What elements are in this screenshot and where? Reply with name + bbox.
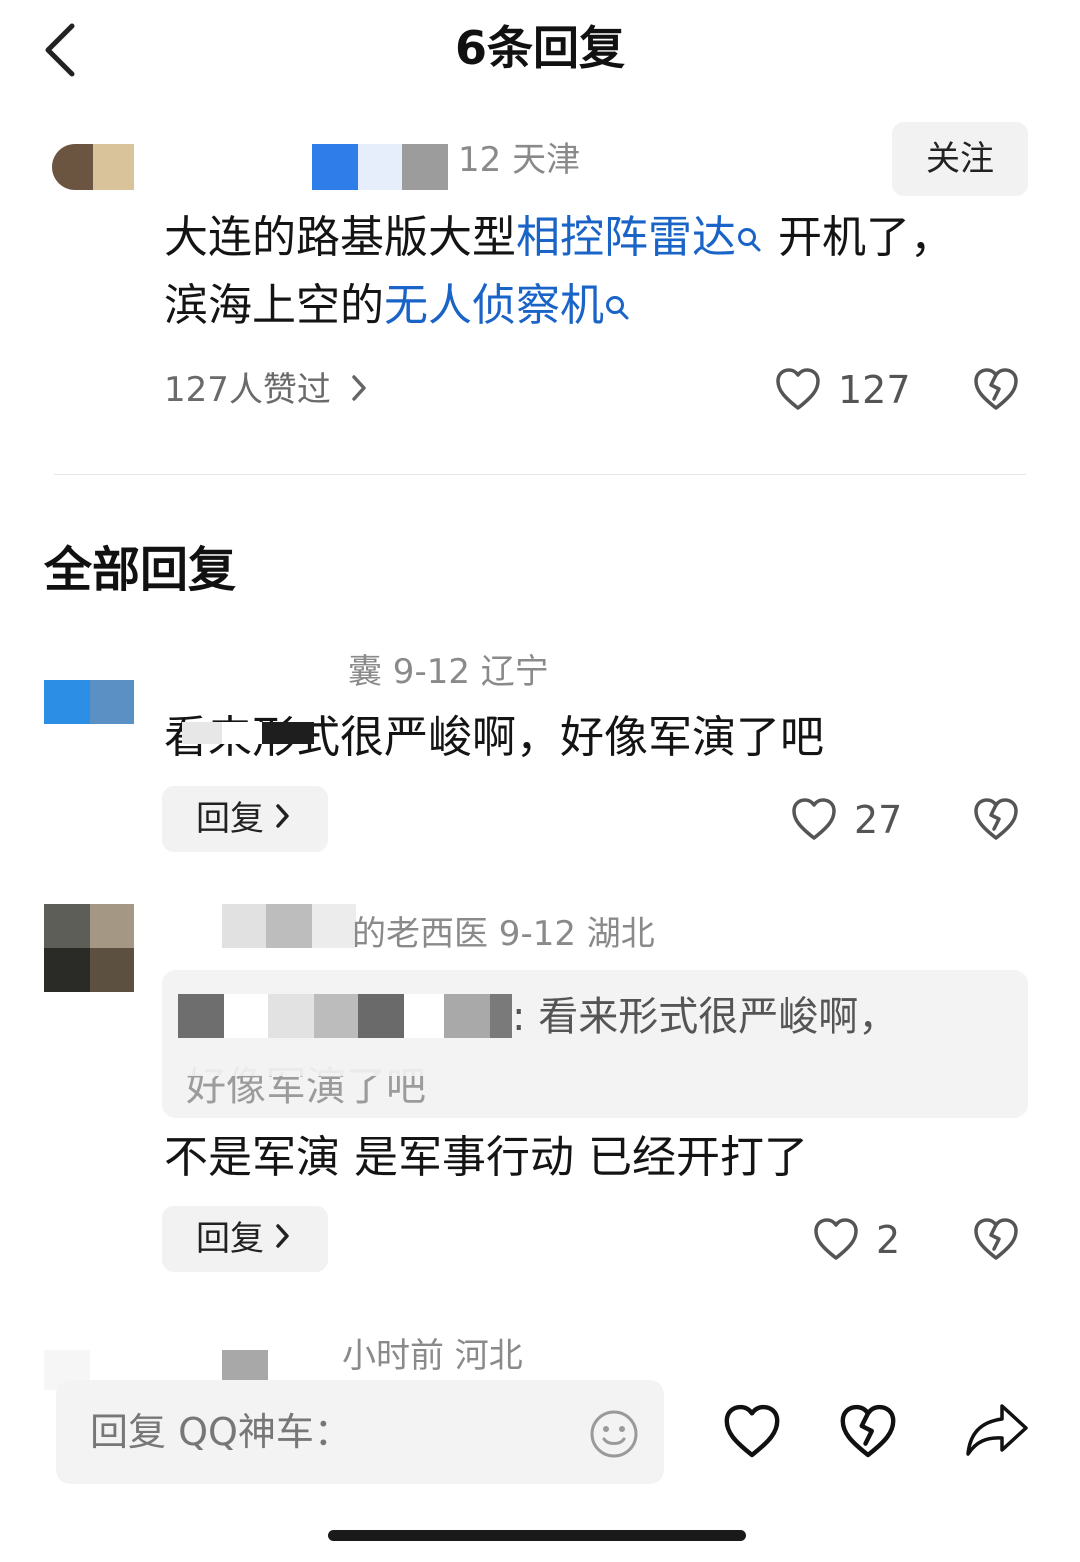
reply-meta: 囊 9-12 辽宁	[348, 652, 549, 692]
broken-heart-icon[interactable]	[836, 1402, 900, 1460]
section-title: 全部回复	[44, 542, 237, 598]
search-icon	[604, 276, 632, 320]
quoted-text: : 看来形式很严峻啊，	[512, 994, 899, 1040]
avatar[interactable]	[44, 680, 134, 724]
like-count: 127	[838, 368, 911, 412]
search-icon	[736, 208, 764, 252]
broken-heart-icon[interactable]	[972, 796, 1020, 842]
chevron-right-icon	[274, 786, 292, 852]
follow-button[interactable]: 关注	[892, 122, 1028, 196]
keyword-link-drone[interactable]: 无人侦察机	[384, 280, 632, 331]
heart-icon[interactable]	[812, 1216, 860, 1262]
comment-text: 大连的路基版大型相控阵雷达 开机了，滨海上空的无人侦察机	[164, 204, 964, 340]
reply-meta: 小时前 河北	[342, 1336, 523, 1376]
like-count: 2	[876, 1218, 901, 1262]
reply-input[interactable]: 回复 QQ神车：	[56, 1380, 664, 1484]
username-redacted	[178, 994, 512, 1038]
comment-text-part: 大连的路基版大型	[164, 212, 516, 263]
username-redacted[interactable]	[222, 904, 356, 948]
reply-button-label: 回复	[196, 1219, 264, 1259]
quoted-reply[interactable]: : 看来形式很严峻啊， 好像军演了吧	[162, 970, 1028, 1118]
reply-button[interactable]: 回复	[162, 1206, 328, 1272]
reply-button[interactable]: 回复	[162, 786, 328, 852]
comment-meta: 12 天津	[458, 140, 581, 180]
home-indicator[interactable]	[328, 1530, 746, 1541]
heart-icon[interactable]	[720, 1402, 784, 1460]
heart-icon[interactable]	[774, 366, 822, 412]
share-icon[interactable]	[962, 1400, 1030, 1464]
reply-meta: 的老西医 9-12 湖北	[352, 914, 655, 954]
heart-icon[interactable]	[790, 796, 838, 842]
chevron-right-icon	[349, 372, 369, 408]
text-redaction	[182, 722, 314, 744]
broken-heart-icon[interactable]	[972, 1216, 1020, 1262]
keyword-link-radar[interactable]: 相控阵雷达	[516, 212, 764, 263]
quote-redaction	[162, 1040, 1028, 1076]
keyword-link-label: 无人侦察机	[384, 280, 604, 331]
chevron-right-icon	[274, 1206, 292, 1272]
page-title: 6条回复	[454, 21, 625, 75]
reply-text: 不是军演 是军事行动 已经开打了	[164, 1132, 808, 1183]
like-count: 27	[854, 798, 903, 842]
likes-summary-label: 127人赞过	[164, 370, 331, 410]
username-redacted[interactable]	[312, 144, 448, 190]
smiley-icon[interactable]	[588, 1408, 640, 1464]
likes-summary[interactable]: 127人赞过	[164, 368, 369, 412]
reply-input-placeholder: 回复 QQ神车：	[90, 1410, 352, 1454]
avatar[interactable]	[52, 144, 134, 190]
broken-heart-icon[interactable]	[972, 366, 1020, 412]
avatar[interactable]	[44, 904, 134, 992]
keyword-link-label: 相控阵雷达	[516, 212, 736, 263]
divider	[54, 474, 1026, 475]
reply-button-label: 回复	[196, 799, 264, 839]
